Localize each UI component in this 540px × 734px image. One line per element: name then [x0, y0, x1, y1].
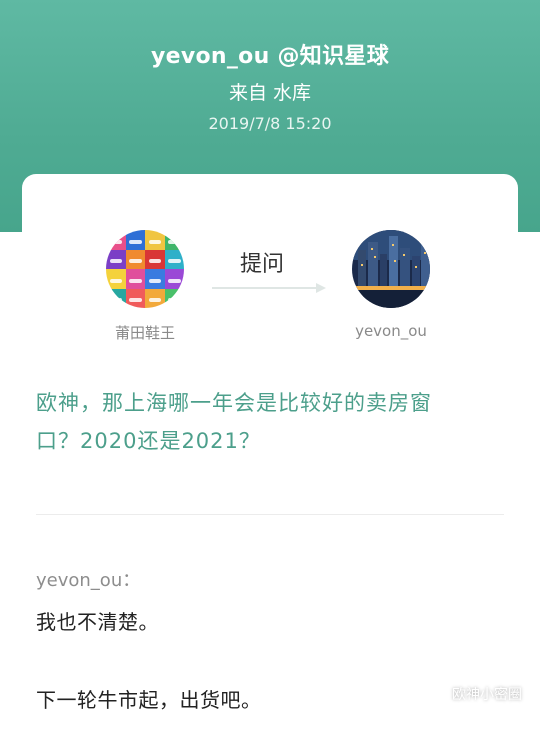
asker-avatar[interactable]	[106, 230, 184, 308]
responder-name[interactable]: yevon_ou	[311, 322, 471, 340]
qa-card: 莆田鞋王 提问 yevon_ou 欧神，那上海哪一年会是比较好的卖房窗 口？20…	[22, 174, 518, 734]
source-label: 来自 水库	[228, 82, 312, 104]
divider	[36, 514, 504, 515]
page-title: yevon_ou @知识星球	[150, 44, 389, 69]
responder-avatar[interactable]	[352, 230, 430, 308]
wechat-icon	[426, 685, 446, 702]
question-line: 口？2020还是2021？	[36, 429, 261, 453]
action-label: 提问	[240, 252, 285, 277]
asker-name[interactable]: 莆田鞋王	[65, 322, 225, 343]
watermark: 欧神小密圈	[426, 684, 522, 704]
question-line: 欧神，那上海哪一年会是比较好的卖房窗	[36, 391, 432, 415]
answer-text: 我也不清楚。	[36, 610, 159, 634]
timestamp: 2019/7/8 15:20	[208, 114, 332, 133]
answer-text: 下一轮牛市起，出货吧。	[36, 688, 262, 712]
watermark-text: 欧神小密圈	[452, 687, 522, 703]
question-text: 欧神，那上海哪一年会是比较好的卖房窗 口？2020还是2021？	[36, 384, 506, 460]
answer-author-label: yevon_ou：	[36, 570, 141, 591]
arrow-right-icon	[212, 283, 326, 293]
